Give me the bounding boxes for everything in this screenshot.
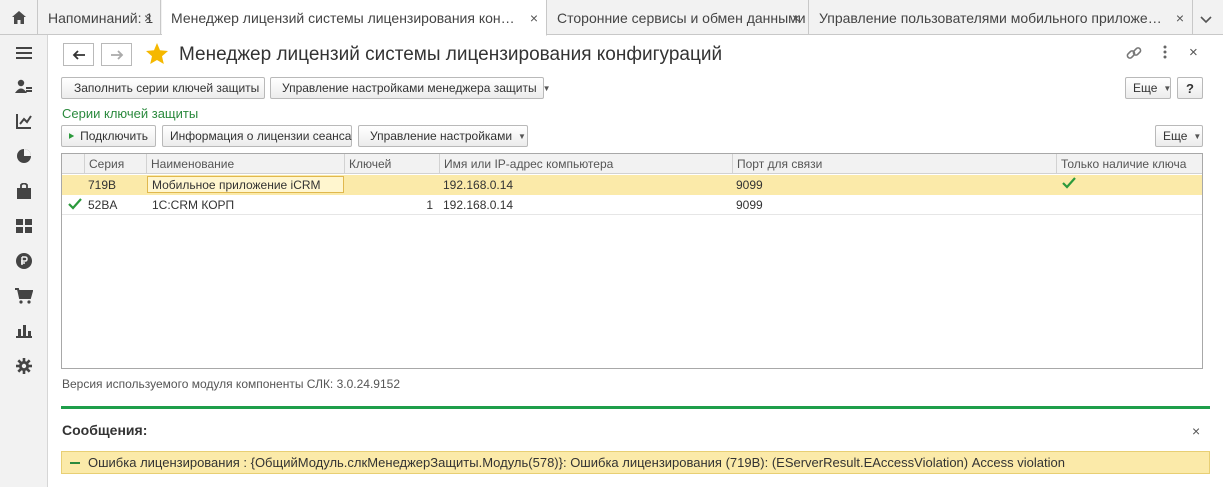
sidebar [0,35,48,487]
section-title: Серии ключей защиты [62,106,199,121]
more-button[interactable]: Еще ▼ [1125,77,1171,99]
gear-icon[interactable] [14,356,34,376]
tab-third-party-services[interactable]: Сторонние сервисы и обмен данными × [548,0,809,35]
dropdown-arrow-icon: ▼ [1193,131,1202,141]
cell-port: 9099 [736,198,763,212]
manage-manager-settings-label: Управление настройками менеджера защиты [282,81,537,95]
cell-series: 52BA [88,198,118,212]
tab-license-manager[interactable]: Менеджер лицензий системы лицензирования… [162,0,547,36]
table-row[interactable]: 719B Мобильное приложение iCRM 192.168.0… [62,175,1202,195]
message-text: Ошибка лицензирования : {ОбщийМодуль.слк… [88,455,1065,470]
cell-name: 1С:CRM КОРП [152,198,235,212]
home-icon [11,11,26,24]
ruble-icon[interactable] [14,251,34,271]
manage-manager-settings-button[interactable]: Управление настройками менеджера защиты … [270,77,551,99]
connect-label: Подключить [80,129,148,143]
link-icon[interactable] [1126,45,1142,64]
key-series-table[interactable]: Серия Наименование Ключей Имя или IP-адр… [61,153,1203,369]
more-vertical-icon[interactable] [1163,45,1167,62]
column-header-host[interactable]: Имя или IP-адрес компьютера [439,154,732,174]
help-button[interactable]: ? [1177,77,1203,99]
arrow-right-icon [110,49,123,60]
bar-chart-icon[interactable] [14,321,34,341]
cell-keys [344,175,437,195]
dropdown-arrow-icon: ▼ [1163,83,1172,93]
section-more-button[interactable]: Еще ▼ [1155,125,1203,147]
checkmark-icon [1062,177,1076,192]
cell-port: 9099 [736,178,763,192]
org-chart-icon[interactable] [14,111,34,131]
module-version-text: Версия используемого модуля компоненты С… [62,377,400,391]
page-title: Менеджер лицензий системы лицензирования… [179,44,723,65]
back-button[interactable] [63,43,94,66]
dropdown-arrow-icon: ▼ [518,131,526,141]
column-header-only-key[interactable]: Только наличие ключа [1056,154,1203,174]
pie-chart-icon[interactable] [14,146,34,166]
table-header: Серия Наименование Ключей Имя или IP-адр… [62,154,1202,174]
message-item[interactable]: Ошибка лицензирования : {ОбщийМодуль.слк… [61,451,1210,474]
cell-name: Мобильное приложение iCRM [152,178,321,192]
forward-button[interactable] [101,43,132,66]
column-header-name[interactable]: Наименование [146,154,346,174]
dropdown-arrow-icon: ▼ [542,83,551,93]
tab-label: Менеджер лицензий системы лицензирования… [171,9,521,26]
close-window-icon[interactable]: × [1189,44,1198,61]
tab-mobile-users[interactable]: Управление пользователями мобильного при… [810,0,1193,35]
table-row[interactable]: 52BA 1С:CRM КОРП 1 192.168.0.14 9099 [62,195,1202,215]
column-header-series[interactable]: Серия [84,154,146,174]
tab-label: Сторонние сервисы и обмен данными [557,9,806,26]
chevron-down-icon[interactable] [1200,13,1212,27]
session-license-info-label: Информация о лицензии сеанса [170,129,352,143]
close-icon[interactable]: × [1176,10,1184,26]
column-header-keys[interactable]: Ключей [344,154,439,174]
close-icon[interactable]: × [530,10,538,26]
favorite-star-icon[interactable] [146,43,168,67]
play-icon [69,133,75,139]
manage-settings-button[interactable]: Управление настройками ▼ [358,125,528,147]
messages-title: Сообщения: [62,422,148,438]
close-icon[interactable]: × [792,10,800,26]
column-header-port[interactable]: Порт для связи [732,154,1056,174]
session-license-info-button[interactable]: Информация о лицензии сеанса ▼ [162,125,365,147]
cart-icon[interactable] [14,286,34,306]
cell-keys: 1 [426,198,433,212]
cell-host: 192.168.0.14 [443,198,514,212]
users-icon[interactable] [14,77,34,97]
connect-button[interactable]: Подключить [61,125,156,147]
cell-host: 192.168.0.14 [443,178,514,192]
more-label: Еще [1163,129,1188,143]
tab-bar: Напоминаний: 1 × Менеджер лицензий систе… [0,0,1223,36]
arrow-left-icon [72,49,85,60]
close-icon[interactable]: × [144,10,152,26]
bag-icon[interactable] [14,181,34,201]
menu-icon[interactable] [14,43,34,63]
cell-series: 719B [88,178,117,192]
fill-key-series-label: Заполнить серии ключей защиты [74,81,260,95]
tab-reminders[interactable]: Напоминаний: 1 × [39,0,161,35]
connected-checkmark-icon [68,198,82,213]
message-marker-icon [70,461,80,464]
manage-settings-label: Управление настройками [370,129,513,143]
grid-icon[interactable] [14,216,34,236]
home-tab[interactable] [0,0,38,35]
tab-label: Управление пользователями мобильного при… [819,9,1169,26]
close-messages-icon[interactable]: × [1192,423,1200,439]
tab-label: Напоминаний: 1 [48,9,154,26]
more-label: Еще [1133,81,1158,95]
fill-key-series-button[interactable]: Заполнить серии ключей защиты [61,77,265,99]
messages-divider [61,406,1210,409]
